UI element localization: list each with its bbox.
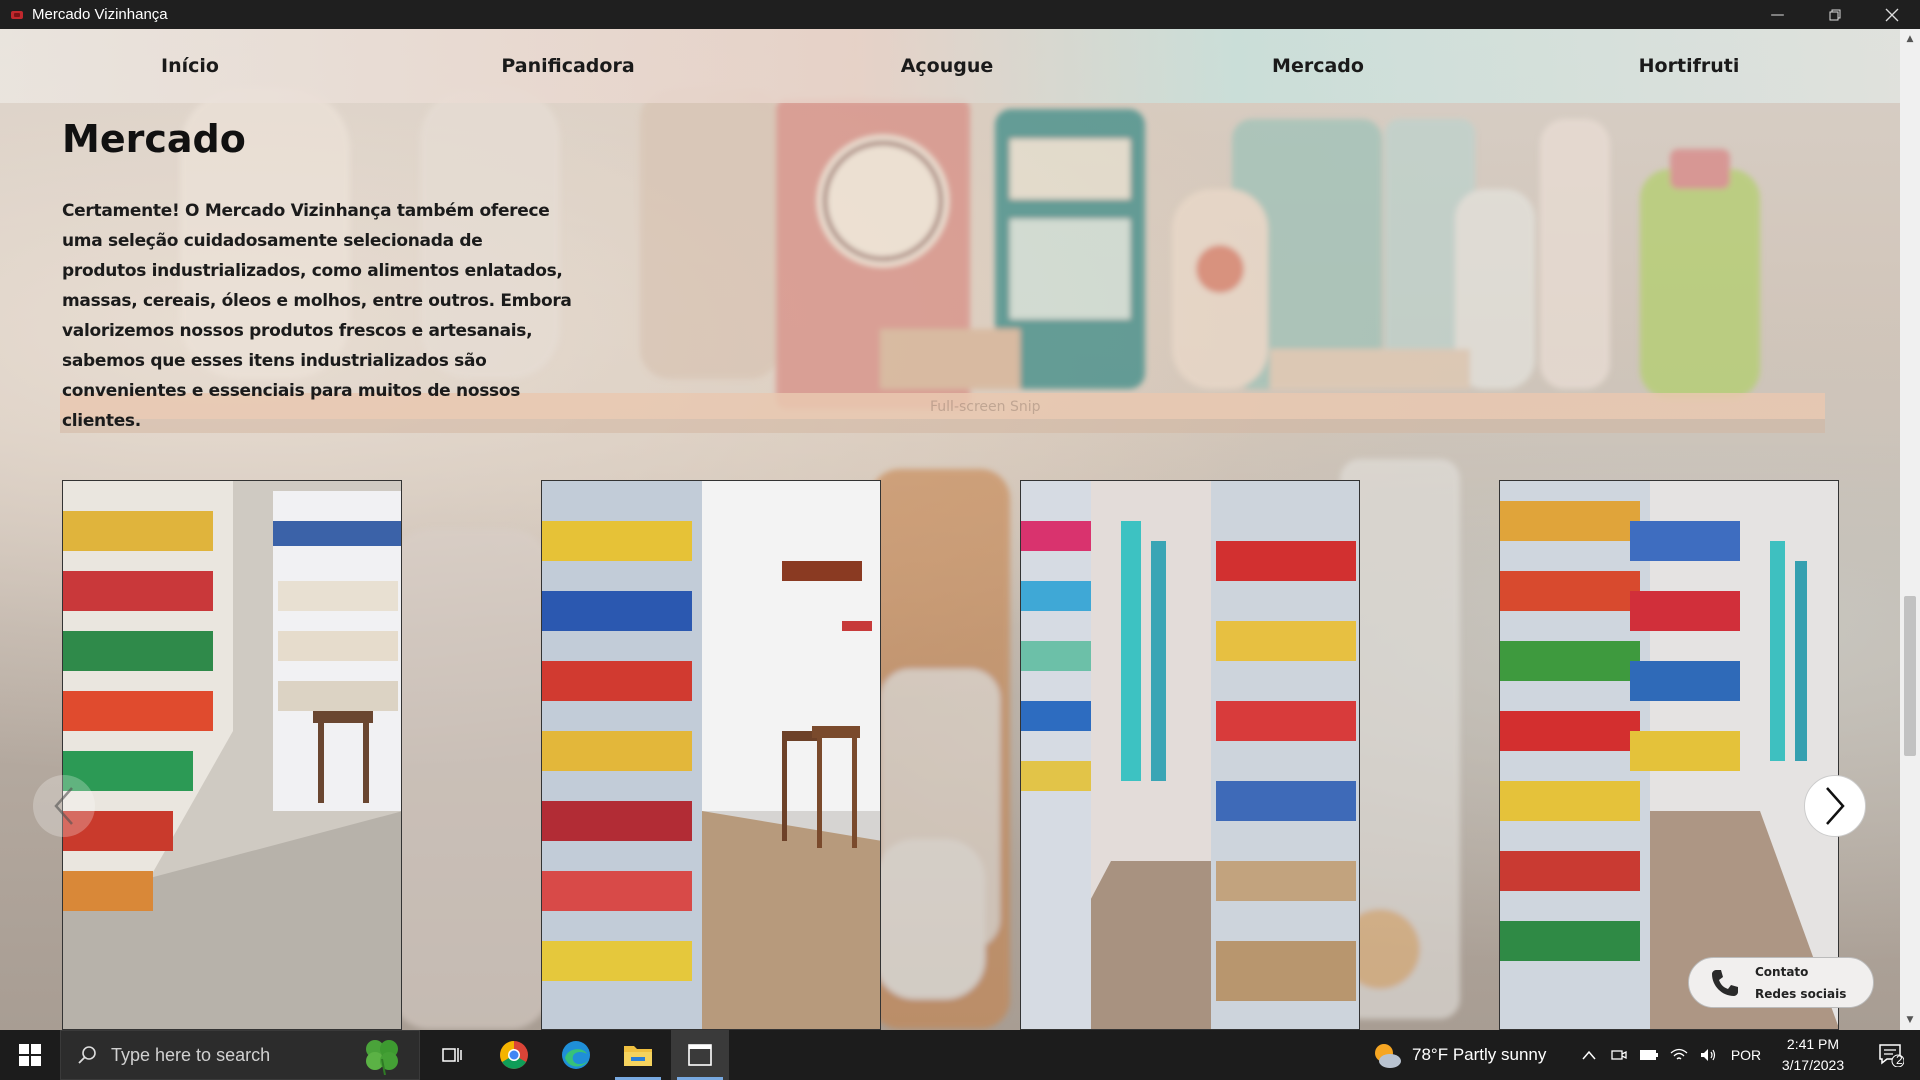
speaker-icon: [1701, 1049, 1716, 1061]
clock-time: 2:41 PM: [1786, 1036, 1840, 1052]
language-indicator[interactable]: POR: [1728, 1030, 1764, 1080]
scroll-down-icon[interactable]: ▼: [1900, 1010, 1920, 1030]
battery-button[interactable]: [1637, 1030, 1661, 1080]
clover-icon: [366, 1040, 398, 1075]
edge-icon: [562, 1041, 590, 1069]
nav-item-mercado[interactable]: Mercado: [1272, 29, 1364, 103]
store-aisle-photo: [63, 481, 401, 1029]
page-viewport: Início Panificadora Açougue Mercado Hort…: [0, 29, 1900, 1030]
window-title: Mercado Vizinhança: [32, 6, 168, 23]
social-label: Redes sociais: [1755, 986, 1847, 1001]
carousel-next-button[interactable]: [1804, 775, 1866, 837]
scrollbar-thumb[interactable]: [1904, 596, 1916, 756]
minimize-button[interactable]: —: [1749, 0, 1806, 29]
start-button[interactable]: [0, 1030, 60, 1080]
scroll-up-icon[interactable]: ▲: [1900, 29, 1920, 49]
store-aisle-photo: [1500, 481, 1838, 1029]
carousel-prev-button[interactable]: [33, 775, 95, 837]
window-titlebar: Mercado Vizinhança —: [0, 0, 1920, 29]
contact-label: Contato: [1755, 964, 1809, 979]
weather-text: 78°F Partly sunny: [1412, 1045, 1547, 1064]
phone-icon: [1712, 969, 1738, 996]
partly-sunny-icon: [1375, 1044, 1401, 1068]
edge-taskbar-button[interactable]: [547, 1030, 605, 1080]
gallery-photo-3[interactable]: [1020, 480, 1360, 1030]
weather-widget[interactable]: 78°F Partly sunny: [1372, 1030, 1546, 1080]
chrome-icon: [500, 1041, 528, 1069]
taskbar-clock[interactable]: 2:41 PM 3/17/2023: [1768, 1030, 1858, 1080]
nav-item-hortifruti[interactable]: Hortifruti: [1639, 29, 1740, 103]
minimize-icon: —: [1770, 6, 1785, 23]
meet-now-button[interactable]: [1607, 1030, 1631, 1080]
snip-overlay-hint: Full-screen Snip: [930, 399, 1041, 415]
restore-button[interactable]: [1806, 0, 1863, 29]
wifi-icon: [1670, 1048, 1688, 1060]
app-taskbar-button[interactable]: [671, 1030, 729, 1080]
page-scrollbar[interactable]: ▲ ▼: [1900, 29, 1920, 1030]
camera-icon: [1611, 1050, 1627, 1060]
notification-count: 2: [1896, 1053, 1903, 1067]
gallery-photo-1[interactable]: [62, 480, 402, 1030]
search-placeholder: Type here to search: [111, 1044, 271, 1065]
nav-item-acougue[interactable]: Açougue: [901, 29, 994, 103]
clock-date: 3/17/2023: [1781, 1057, 1845, 1073]
network-button[interactable]: [1667, 1030, 1691, 1080]
windows-logo-icon: [19, 1044, 41, 1066]
gallery-photo-2[interactable]: [541, 480, 881, 1030]
gallery-photo-4[interactable]: [1499, 480, 1839, 1030]
chevron-up-icon: [1582, 1050, 1596, 1060]
chevron-right-icon: [1826, 787, 1845, 825]
close-button[interactable]: [1863, 0, 1920, 29]
folder-icon: [624, 1046, 652, 1066]
contact-button[interactable]: Contato Redes sociais: [1688, 957, 1874, 1008]
restore-icon: [1829, 9, 1840, 20]
store-aisle-photo: [1021, 481, 1359, 1029]
volume-button[interactable]: [1697, 1030, 1721, 1080]
app-icon: [11, 10, 23, 19]
battery-icon: [1640, 1050, 1658, 1060]
nav-item-inicio[interactable]: Início: [161, 29, 219, 103]
section-title: Mercado: [62, 117, 246, 161]
nav-item-panificadora[interactable]: Panificadora: [501, 29, 634, 103]
file-explorer-taskbar-button[interactable]: [609, 1030, 667, 1080]
notification-center-button[interactable]: 2: [1862, 1030, 1920, 1080]
chrome-taskbar-button[interactable]: [485, 1030, 543, 1080]
chevron-left-icon: [54, 787, 73, 825]
main-nav: Início Panificadora Açougue Mercado Hort…: [0, 29, 1900, 103]
task-view-icon: [442, 1048, 462, 1062]
section-description: Certamente! O Mercado Vizinhança também …: [62, 201, 572, 431]
windows-taskbar: Type here to search 78°F Partly sunny PO…: [0, 1030, 1920, 1080]
task-view-button[interactable]: [422, 1030, 480, 1080]
close-icon: [1885, 8, 1898, 21]
search-icon: [78, 1046, 96, 1064]
store-aisle-photo: [542, 481, 880, 1029]
taskbar-search-box[interactable]: Type here to search: [60, 1030, 420, 1080]
show-hidden-icons-button[interactable]: [1578, 1030, 1600, 1080]
app-window-icon: [688, 1044, 712, 1066]
